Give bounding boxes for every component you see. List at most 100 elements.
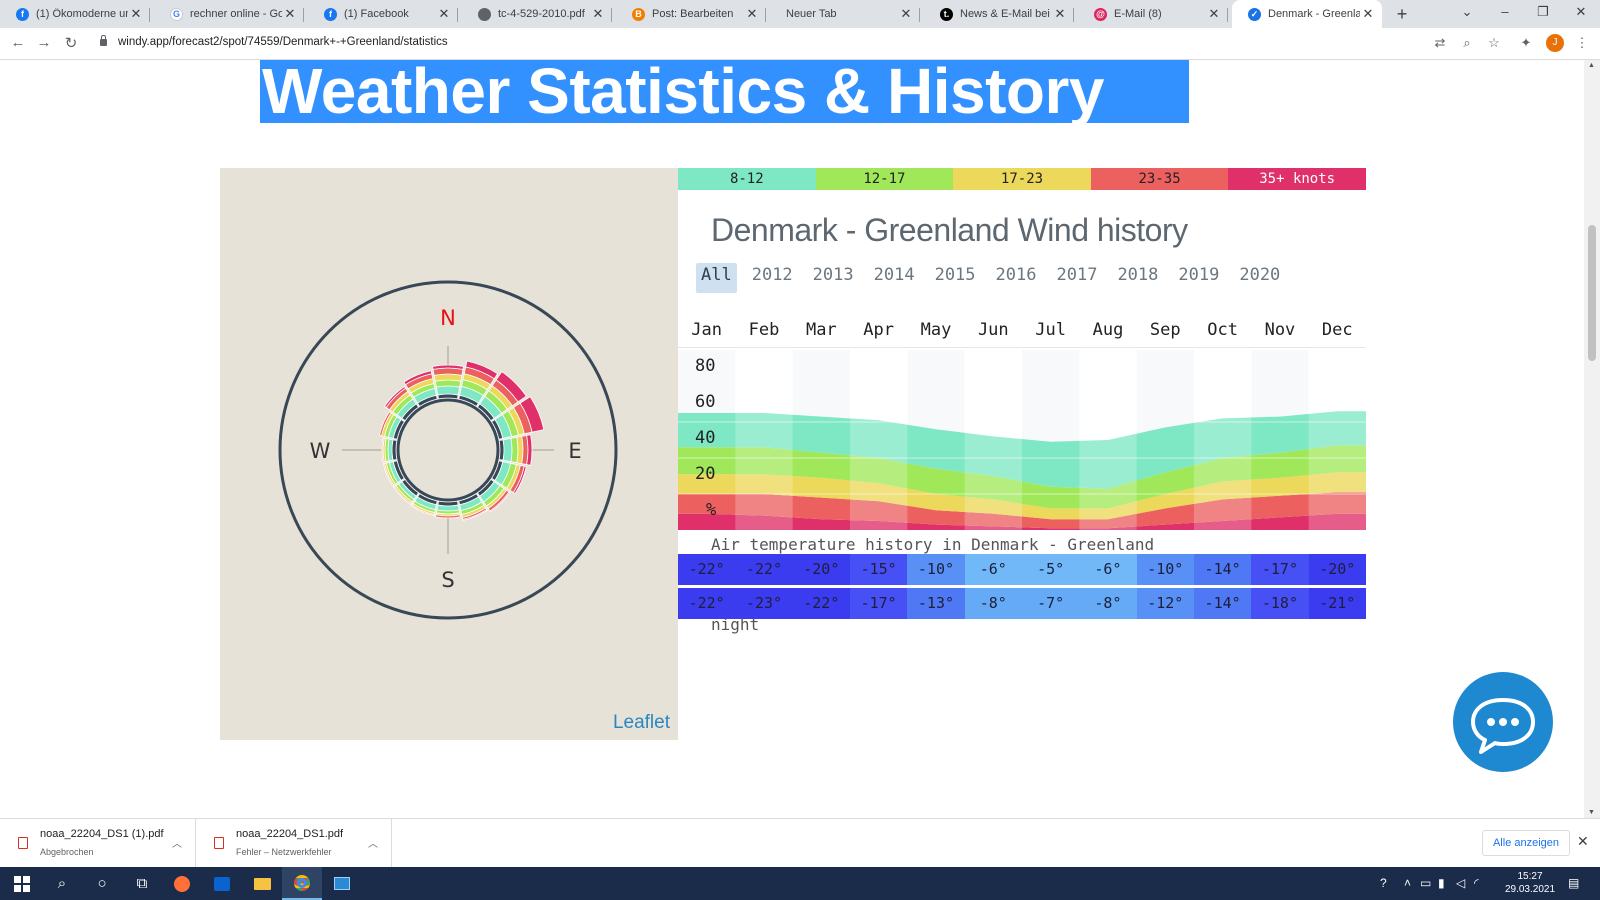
close-tab-icon[interactable]: ✕ <box>744 6 760 22</box>
extensions-icon[interactable]: ✦ <box>1518 35 1534 51</box>
close-tab-icon[interactable]: ✕ <box>1206 6 1222 22</box>
show-all-downloads-button[interactable]: Alle anzeigen <box>1482 830 1570 856</box>
back-icon[interactable]: ← <box>8 34 28 51</box>
month-label: Jun <box>977 320 1009 340</box>
zoom-icon[interactable]: ⌕ <box>1459 35 1475 51</box>
tab-search-icon[interactable]: ⌄ <box>1452 4 1482 20</box>
year-filter-2017[interactable]: 2017 <box>1051 263 1102 293</box>
page-scrollbar[interactable]: ▲ ▼ <box>1584 60 1600 818</box>
reload-icon[interactable]: ↻ <box>61 34 81 52</box>
year-filter-2012[interactable]: 2012 <box>747 263 798 293</box>
browser-tab[interactable]: f (1) Facebook ✕ <box>308 0 458 28</box>
windows-start-icon[interactable] <box>2 867 42 900</box>
photos-app-icon[interactable] <box>322 867 362 900</box>
temperature-cell: -21° <box>1308 588 1366 619</box>
profile-avatar[interactable]: J <box>1546 34 1564 52</box>
download-item[interactable]: noaa_22204_DS1.pdf Fehler – Netzwerkfehl… <box>196 819 392 867</box>
battery-icon[interactable]: ▮ <box>1438 876 1445 890</box>
year-filter-2014[interactable]: 2014 <box>869 263 920 293</box>
google-icon: G <box>170 7 183 21</box>
close-tab-icon[interactable]: ✕ <box>1360 6 1376 22</box>
facebook-icon: f <box>324 7 337 21</box>
tab-title: Denmark - Greenland <box>1268 8 1360 20</box>
tab-title: Post: Bearbeiten <box>652 8 734 20</box>
close-download-bar-icon[interactable]: ✕ <box>1577 833 1589 850</box>
address-bar[interactable]: windy.app/forecast2/spot/74559/Denmark+-… <box>118 36 448 48</box>
close-tab-icon[interactable]: ✕ <box>590 6 606 22</box>
bookmark-star-icon[interactable]: ☆ <box>1486 35 1502 51</box>
notifications-icon[interactable]: ▤ <box>1568 876 1579 890</box>
task-view-icon[interactable]: ⧉ <box>122 867 162 900</box>
volume-icon[interactable]: ◁ <box>1456 876 1465 890</box>
month-label: Apr <box>863 320 894 340</box>
minimize-button[interactable]: – <box>1490 4 1520 19</box>
year-filter-2018[interactable]: 2018 <box>1112 263 1163 293</box>
close-tab-icon[interactable]: ✕ <box>898 6 914 22</box>
help-icon[interactable]: ? <box>1380 876 1387 890</box>
wind-rose-petal <box>502 437 513 463</box>
month-label: Feb <box>748 320 780 340</box>
new-tab-button[interactable]: + <box>1392 4 1412 25</box>
temperature-cell: -14° <box>1193 588 1252 619</box>
download-item[interactable]: noaa_22204_DS1 (1).pdf Abgebrochen ︿ <box>0 819 196 867</box>
tab-title: E-Mail (8) <box>1114 8 1162 20</box>
month-label: Jan <box>691 320 723 340</box>
chevron-up-icon[interactable]: ˄ <box>1404 876 1411 890</box>
month-label: Aug <box>1092 320 1124 340</box>
download-bar: noaa_22204_DS1 (1).pdf Abgebrochen ︿ noa… <box>0 818 1600 867</box>
network-icon[interactable]: ▭ <box>1420 876 1431 890</box>
temperature-cell: -8° <box>964 588 1022 619</box>
maximize-button[interactable]: ❐ <box>1528 4 1558 20</box>
month-label: Nov <box>1264 320 1296 340</box>
scroll-up-icon[interactable]: ▲ <box>1588 62 1595 69</box>
y-tick-80: 80 <box>695 356 716 376</box>
search-icon[interactable]: ⌕ <box>42 867 82 900</box>
browser-tab[interactable]: ✓ Denmark - Greenland✕ <box>1232 0 1382 28</box>
file-explorer-icon[interactable] <box>242 867 282 900</box>
cortana-icon[interactable]: ○ <box>82 867 122 900</box>
menu-icon[interactable]: ⋮ <box>1574 35 1590 51</box>
browser-tab-strip: + ⌄ – ❐ ✕ f(1) Ökomoderne und E✕Grechner… <box>0 0 1600 28</box>
close-tab-icon[interactable]: ✕ <box>128 6 144 22</box>
wind-rose-map[interactable]: N E S W Leaflet <box>220 168 678 740</box>
chart-column-band <box>1079 350 1137 530</box>
year-filter-2019[interactable]: 2019 <box>1173 263 1224 293</box>
temperature-title: Air temperature history in Denmark - Gre… <box>711 535 1155 554</box>
leaflet-attribution-link[interactable]: Leaflet <box>613 712 670 734</box>
year-filter-2015[interactable]: 2015 <box>930 263 981 293</box>
wind-rose-petal <box>433 373 463 382</box>
browser-tab[interactable]: f (1) Ökomoderne und E✕ <box>0 0 150 28</box>
year-filter-2020[interactable]: 2020 <box>1234 263 1285 293</box>
browser-tab[interactable]: Grechner online - Goog✕ <box>154 0 304 28</box>
scroll-down-icon[interactable]: ▼ <box>1588 809 1595 816</box>
translate-icon[interactable]: ⇄ <box>1432 35 1448 51</box>
year-filter-all[interactable]: All <box>696 263 737 293</box>
outlook-icon[interactable] <box>202 867 242 900</box>
chat-button[interactable] <box>1453 672 1553 772</box>
chrome-icon[interactable] <box>282 867 322 900</box>
browser-tab[interactable]: @ E-Mail (8) ✕ <box>1078 0 1228 28</box>
browser-tab[interactable]: Neuer Tab ✕ <box>770 0 920 28</box>
browser-tab[interactable]: t. News & E-Mail bei t-o✕ <box>924 0 1074 28</box>
browser-tab[interactable]: tc-4-529-2010.pdf ✕ <box>462 0 612 28</box>
year-filter-2013[interactable]: 2013 <box>808 263 859 293</box>
close-tab-icon[interactable]: ✕ <box>436 6 452 22</box>
close-tab-icon[interactable]: ✕ <box>282 6 298 22</box>
lock-icon <box>100 35 107 46</box>
temperature-cell: -20° <box>1308 554 1366 585</box>
year-filter-2016[interactable]: 2016 <box>991 263 1042 293</box>
download-filename: noaa_22204_DS1.pdf <box>236 828 344 840</box>
night-label: night <box>711 615 760 634</box>
forward-icon[interactable]: → <box>34 34 54 51</box>
scrollbar-thumb[interactable] <box>1588 225 1596 361</box>
close-tab-icon[interactable]: ✕ <box>1052 6 1068 22</box>
chevron-up-icon[interactable]: ︿ <box>368 835 378 850</box>
chevron-up-icon[interactable]: ︿ <box>172 835 182 850</box>
wind-rose-petal <box>510 436 519 464</box>
wifi-icon[interactable]: ◜ <box>1474 876 1479 890</box>
browser-tab[interactable]: B Post: Bearbeiten ✕ <box>616 0 766 28</box>
firefox-icon[interactable] <box>162 867 202 900</box>
taskbar-clock[interactable]: 15:27 29.03.2021 <box>1500 870 1560 896</box>
tab-title: (1) Ökomoderne und E <box>36 8 128 20</box>
close-window-button[interactable]: ✕ <box>1566 4 1596 20</box>
